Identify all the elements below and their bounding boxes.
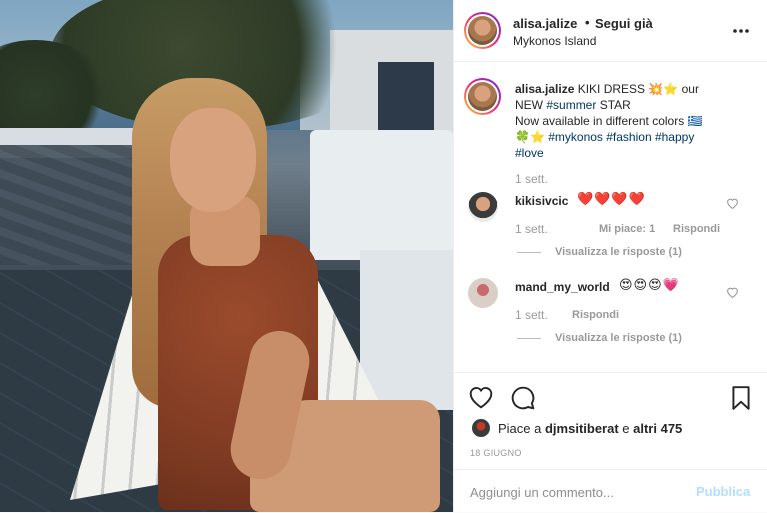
view-replies-link[interactable]: Visualizza le risposte (1): [517, 332, 682, 344]
caption-emoji: 💥⭐: [648, 82, 679, 96]
caption-line2-post: STAR: [596, 98, 631, 112]
photo-door: [378, 62, 434, 136]
caption-line1-tail: our: [678, 82, 699, 96]
instagram-post-window: alisa.jalize • Segui già Mykonos Island …: [0, 0, 767, 512]
caption-line1: KIKI DRESS: [574, 82, 649, 96]
post-header: alisa.jalize • Segui già Mykonos Island: [454, 0, 767, 62]
author-avatar[interactable]: [464, 12, 501, 49]
header-separator: •: [585, 15, 590, 30]
caption-line3: Now available in different colors 🇬🇷: [515, 114, 703, 128]
comment-reply-button[interactable]: Rispondi: [572, 309, 619, 321]
comment-reply-button[interactable]: Rispondi: [673, 223, 720, 235]
caption-username[interactable]: alisa.jalize: [515, 82, 574, 96]
comment-username[interactable]: mand_my_world: [515, 280, 610, 294]
likes-others-count[interactable]: altri 475: [633, 421, 682, 436]
liker-username[interactable]: djmsitiberat: [545, 421, 619, 436]
view-replies-link[interactable]: Visualizza le risposte (1): [517, 246, 682, 258]
publish-button[interactable]: Pubblica: [696, 484, 750, 499]
add-comment-bar: Pubblica: [454, 469, 767, 513]
photo-face: [170, 108, 256, 212]
liker-avatar[interactable]: [472, 419, 490, 437]
comment-bubble-icon[interactable]: [510, 385, 536, 411]
photo-white-step: [360, 250, 453, 410]
post-sidebar: alisa.jalize • Segui già Mykonos Island …: [453, 0, 767, 512]
comment-text: 😍😍😍💗: [619, 277, 680, 292]
comment-text: ❤️❤️❤️❤️: [577, 191, 646, 206]
caption-text: alisa.jalize KIKI DRESS 💥⭐ our NEW #summ…: [515, 81, 760, 161]
post-actions: Piace a djmsitiberat e altri 475 18 GIUG…: [454, 372, 767, 512]
comment-like-icon[interactable]: [726, 286, 739, 301]
caption-time[interactable]: 1 sett.: [515, 172, 548, 186]
location-link[interactable]: Mykonos Island: [513, 34, 596, 48]
comment-like-icon[interactable]: [726, 197, 739, 212]
comment-time[interactable]: 1 sett.: [515, 222, 548, 236]
comment-time[interactable]: 1 sett.: [515, 308, 548, 322]
like-heart-icon[interactable]: [468, 385, 494, 411]
post-date[interactable]: 18 GIUGNO: [470, 448, 522, 458]
comment-username[interactable]: kikisivcic: [515, 194, 568, 208]
photo-white-bench: [310, 130, 453, 260]
bookmark-icon[interactable]: [729, 385, 755, 411]
comment-likes-count[interactable]: Mi piace: 1: [599, 223, 655, 235]
caption-line4-emoji: 🍀⭐: [515, 130, 549, 144]
comment-input[interactable]: [470, 482, 680, 502]
comment-avatar[interactable]: [468, 278, 498, 308]
author-username[interactable]: alisa.jalize: [513, 16, 577, 31]
caption-line2-pre: NEW: [515, 98, 547, 112]
hashtag-love[interactable]: #love: [515, 146, 544, 160]
hashtags-line[interactable]: #mykonos #fashion #happy: [548, 130, 694, 144]
hashtag-summer[interactable]: #summer: [546, 98, 596, 112]
post-photo[interactable]: [0, 0, 453, 512]
likes-prefix: Piace a: [498, 421, 545, 436]
follow-status-button[interactable]: Segui già: [595, 16, 653, 31]
likes-mid: e: [618, 421, 634, 436]
comment-avatar[interactable]: [468, 192, 498, 222]
caption-avatar[interactable]: [464, 78, 501, 115]
comments-list[interactable]: alisa.jalize KIKI DRESS 💥⭐ our NEW #summ…: [454, 62, 767, 372]
more-options-icon[interactable]: [732, 18, 750, 39]
